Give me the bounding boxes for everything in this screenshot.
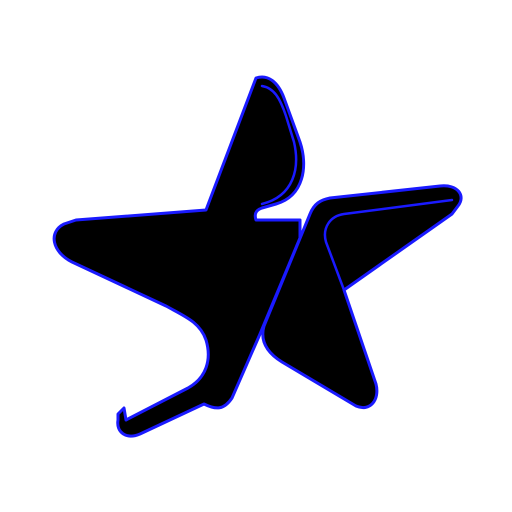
star-left-piece [52,75,306,438]
icon-canvas [0,0,512,512]
split-star-icon [52,75,463,438]
